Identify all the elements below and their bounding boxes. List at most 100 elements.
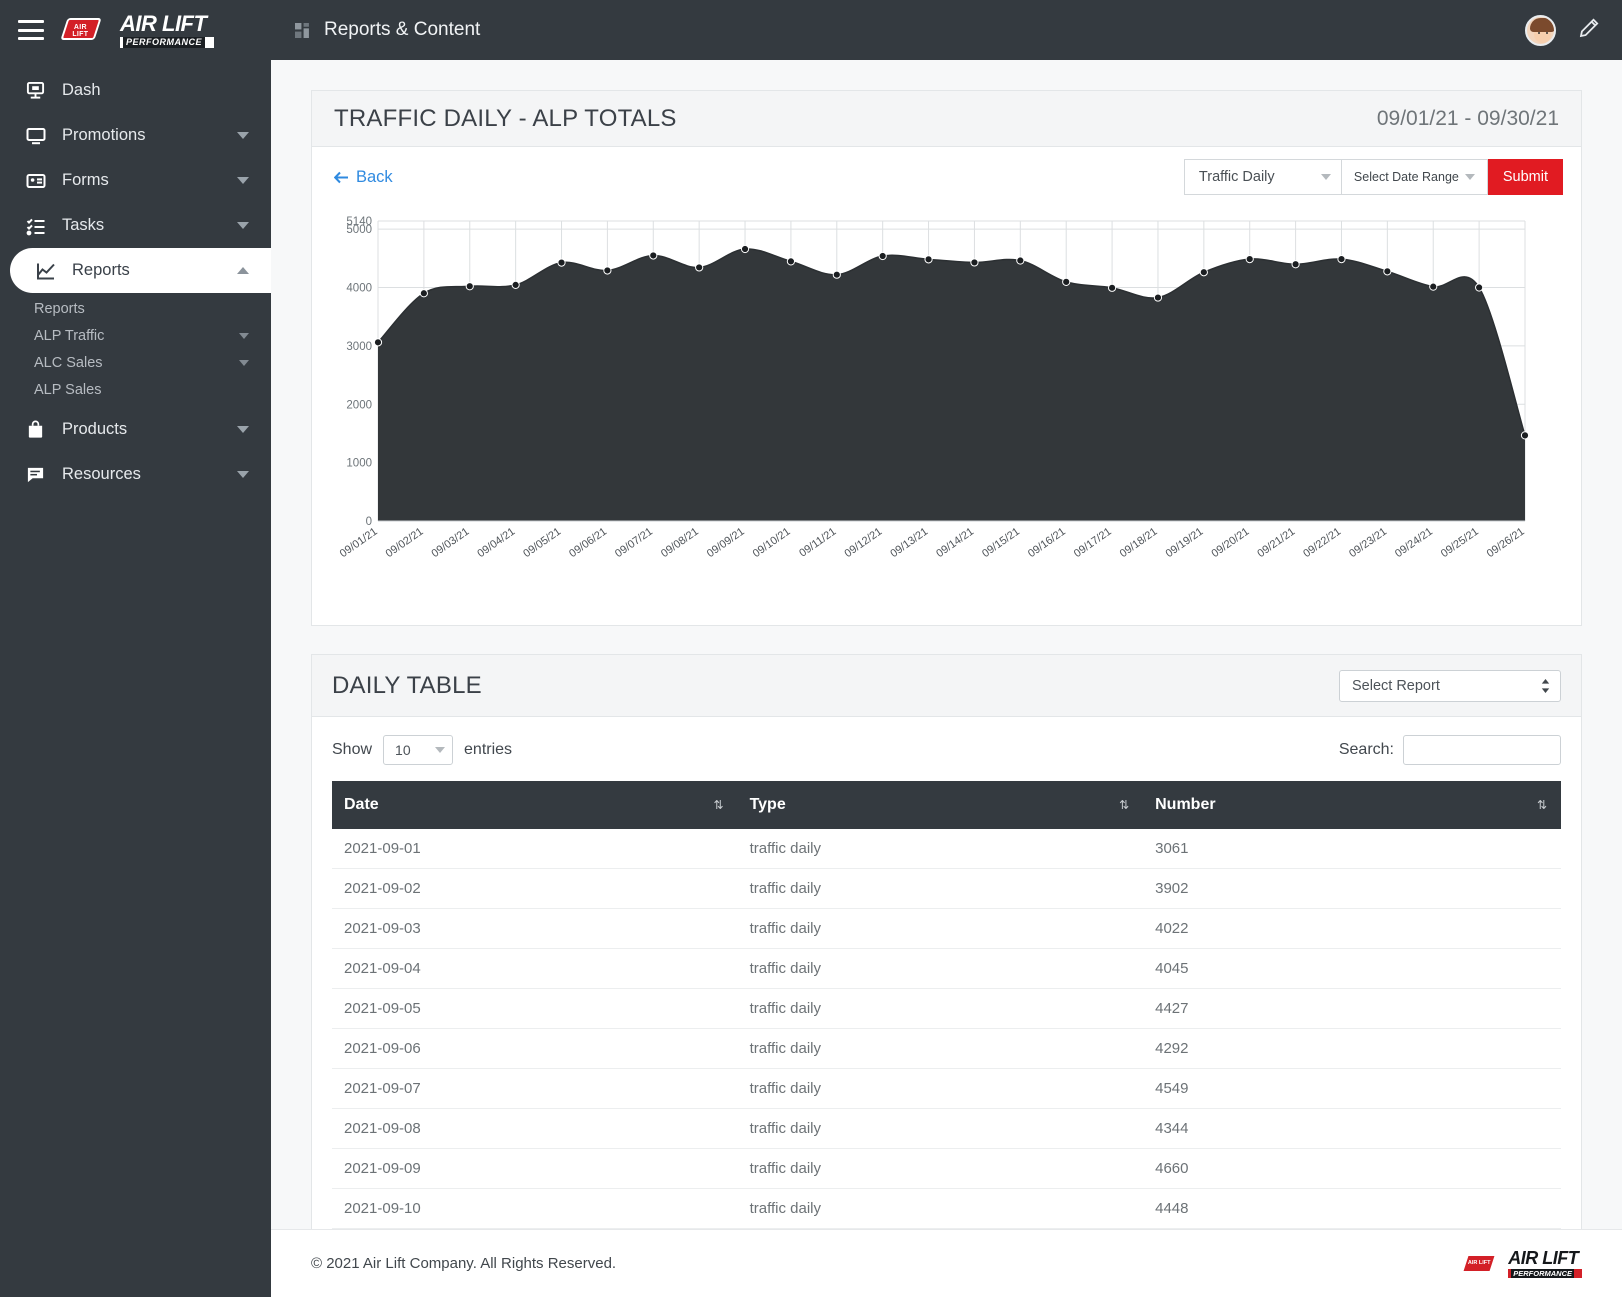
column-header-date[interactable]: Date ⇅	[332, 781, 738, 829]
sidebar-item-promotions[interactable]: Promotions	[0, 113, 271, 158]
cell-number: 4448	[1143, 1188, 1561, 1229]
sidebar-item-label: Promotions	[62, 126, 146, 144]
chevron-down-icon[interactable]	[239, 332, 249, 339]
table-body: 2021-09-01 traffic daily 3061 2021-09-02 tra…	[332, 829, 1561, 1229]
svg-text:09/02/21: 09/02/21	[384, 526, 426, 560]
table-row: 2021-09-01 traffic daily 3061	[332, 829, 1561, 869]
comment-icon	[26, 465, 62, 484]
svg-text:09/12/21: 09/12/21	[842, 526, 884, 560]
sidebar-subitem-alc-sales[interactable]: ALC Sales	[0, 349, 271, 376]
chevron-down-icon[interactable]	[239, 359, 249, 366]
sidebar-item-resources[interactable]: Resources	[0, 452, 271, 497]
search-input[interactable]	[1403, 735, 1561, 765]
updown-arrows-icon	[1541, 678, 1550, 693]
sort-icon[interactable]: ⇅	[714, 798, 724, 812]
table-row: 2021-09-04 traffic daily 4045	[332, 948, 1561, 989]
svg-text:09/24/21: 09/24/21	[1393, 526, 1435, 560]
cell-type: traffic daily	[737, 1188, 1144, 1229]
column-header-number[interactable]: Number ⇅	[1143, 781, 1561, 829]
sidebar-item-label: Dash	[62, 81, 101, 99]
sidebar-item-reports[interactable]: Reports	[10, 248, 271, 293]
footer-air-lift-logo: AIR LIFT PERFORMANCE	[1461, 1249, 1582, 1279]
svg-text:09/16/21: 09/16/21	[1026, 526, 1068, 560]
sidebar-item-products[interactable]: Products	[0, 407, 271, 452]
svg-text:09/01/21: 09/01/21	[338, 526, 380, 560]
avatar[interactable]	[1525, 14, 1556, 46]
brand-name: AIR LIFT	[120, 10, 207, 36]
table-row: 2021-09-07 traffic daily 4549	[332, 1068, 1561, 1109]
sidebar-item-forms[interactable]: Forms	[0, 158, 271, 203]
svg-text:09/11/21: 09/11/21	[797, 526, 838, 560]
air-lift-badge-logo-footer	[1461, 1252, 1499, 1276]
chevron-down-icon[interactable]	[237, 471, 249, 478]
report-title: TRAFFIC DAILY - ALP TOTALS	[334, 104, 677, 132]
chevron-down-icon	[1464, 174, 1475, 180]
grid-icon	[295, 22, 310, 38]
svg-text:09/23/21: 09/23/21	[1347, 526, 1389, 560]
cell-number: 3902	[1143, 868, 1561, 909]
traffic-area-chart: 010002000300040005000514009/01/21 09/02/2…	[338, 216, 1530, 560]
sort-icon[interactable]: ⇅	[1537, 798, 1547, 812]
cell-type: traffic daily	[737, 908, 1144, 949]
chevron-down-icon[interactable]	[237, 132, 249, 139]
pencil-icon[interactable]	[1578, 17, 1600, 44]
cell-type: traffic daily	[737, 988, 1144, 1029]
sidebar-item-label: Resources	[62, 465, 141, 483]
sort-icon[interactable]: ⇅	[1119, 798, 1129, 812]
sidebar-subitem-label: ALC Sales	[34, 354, 103, 371]
sidebar-nav: Dash Promotions Forms Tasks Reports Repo…	[0, 68, 271, 497]
chevron-down-icon[interactable]	[237, 222, 249, 229]
sidebar-item-label: Reports	[72, 261, 130, 279]
chevron-down-icon[interactable]	[237, 177, 249, 184]
report-card-header: TRAFFIC DAILY - ALP TOTALS 09/01/21 - 09…	[312, 91, 1581, 147]
sidebar-subitem-alp-traffic[interactable]: ALP Traffic	[0, 322, 271, 349]
entries-per-page-select[interactable]: 10	[383, 735, 454, 765]
cell-date: 2021-09-08	[332, 1108, 738, 1149]
content-area: TRAFFIC DAILY - ALP TOTALS 09/01/21 - 09…	[271, 60, 1622, 1229]
bag-icon	[26, 420, 62, 439]
cell-number: 4427	[1143, 988, 1561, 1029]
sidebar-subitem-label: ALP Sales	[34, 381, 102, 398]
svg-text:09/25/21: 09/25/21	[1439, 526, 1481, 560]
chevron-up-icon[interactable]	[237, 267, 249, 274]
footer-brand-name: AIR LIFT	[1508, 1247, 1579, 1268]
cell-date: 2021-09-03	[332, 908, 738, 949]
arrow-left-icon	[334, 171, 348, 183]
svg-text:09/18/21: 09/18/21	[1118, 526, 1160, 560]
cell-type: traffic daily	[737, 1028, 1144, 1069]
show-label: Show	[332, 741, 373, 758]
report-type-select[interactable]: Traffic Daily	[1183, 159, 1342, 195]
sidebar-subitem-reports[interactable]: Reports	[0, 295, 271, 322]
sidebar-item-dash[interactable]: Dash	[0, 68, 271, 113]
daily-table-card: DAILY TABLE Select Report Show 10 entrie…	[311, 654, 1582, 1229]
table-row: 2021-09-06 traffic daily 4292	[332, 1028, 1561, 1069]
daily-data-table: Date ⇅ Type ⇅ Number ⇅ 2021-09-01 traffi…	[332, 781, 1561, 1229]
entries-label: entries	[464, 741, 513, 758]
cell-type: traffic daily	[737, 868, 1144, 909]
chevron-down-icon	[435, 747, 446, 753]
cell-date: 2021-09-07	[332, 1068, 738, 1109]
column-header-type[interactable]: Type ⇅	[737, 781, 1144, 829]
daily-table-header: DAILY TABLE Select Report	[312, 655, 1581, 717]
svg-text:09/22/21: 09/22/21	[1301, 526, 1343, 560]
svg-text:09/07/21: 09/07/21	[613, 526, 655, 560]
table-head-row: Date ⇅ Type ⇅ Number ⇅	[332, 781, 1561, 829]
sidebar-item-tasks[interactable]: Tasks	[0, 203, 271, 248]
select-date-range-button[interactable]: Select Date Range	[1341, 159, 1488, 195]
sidebar-subitem-alp-sales[interactable]: ALP Sales	[0, 376, 271, 403]
svg-text:09/03/21: 09/03/21	[430, 526, 472, 560]
back-button[interactable]: Back	[334, 168, 393, 187]
svg-text:09/19/21: 09/19/21	[1164, 526, 1206, 560]
dashboard-icon	[26, 81, 62, 100]
column-header-label: Type	[749, 796, 786, 813]
cell-date: 2021-09-04	[332, 948, 738, 989]
chevron-down-icon[interactable]	[237, 426, 249, 433]
footer-brand-sub: PERFORMANCE	[1508, 1268, 1582, 1279]
select-report-dropdown[interactable]: Select Report	[1339, 669, 1561, 702]
table-controls: Show 10 entries Search:	[312, 717, 1581, 777]
hamburger-menu-icon[interactable]	[18, 20, 44, 40]
select-report-value: Select Report	[1352, 677, 1440, 694]
submit-button[interactable]: Submit	[1487, 159, 1563, 195]
svg-text:09/10/21: 09/10/21	[751, 526, 793, 560]
svg-text:4000: 4000	[346, 283, 372, 295]
